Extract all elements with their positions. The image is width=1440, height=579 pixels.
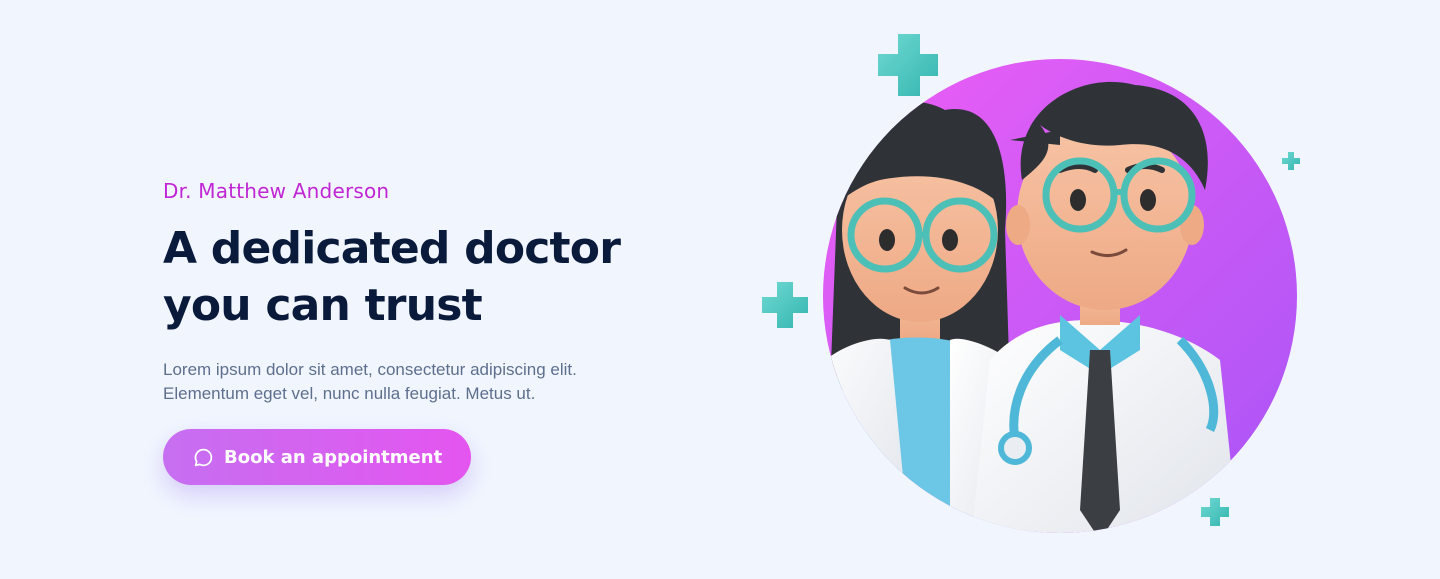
medical-cross-icon <box>1201 498 1229 526</box>
hero-headline: A dedicated doctor you can trust <box>163 220 683 334</box>
doctor-name: Dr. Matthew Anderson <box>163 179 390 203</box>
medical-cross-icon <box>1282 152 1300 170</box>
headline-line-2: you can trust <box>163 280 483 331</box>
book-appointment-label: Book an appointment <box>224 446 443 468</box>
medical-cross-icon <box>762 282 808 328</box>
hero-description: Lorem ipsum dolor sit amet, consectetur … <box>163 358 683 406</box>
medical-cross-icon <box>878 34 938 96</box>
book-appointment-button[interactable]: Book an appointment <box>163 429 472 485</box>
chat-bubble-icon <box>193 447 214 468</box>
hero-section: Dr. Matthew Anderson A dedicated doctor … <box>0 0 1440 579</box>
headline-line-1: A dedicated doctor <box>163 223 621 274</box>
hero-text: Dr. Matthew Anderson A dedicated doctor … <box>163 176 683 485</box>
description-line-1: Lorem ipsum dolor sit amet, consectetur … <box>163 360 577 379</box>
doctors-illustration <box>760 30 1320 550</box>
description-line-2: Elementum eget vel, nunc nulla feugiat. … <box>163 384 536 403</box>
